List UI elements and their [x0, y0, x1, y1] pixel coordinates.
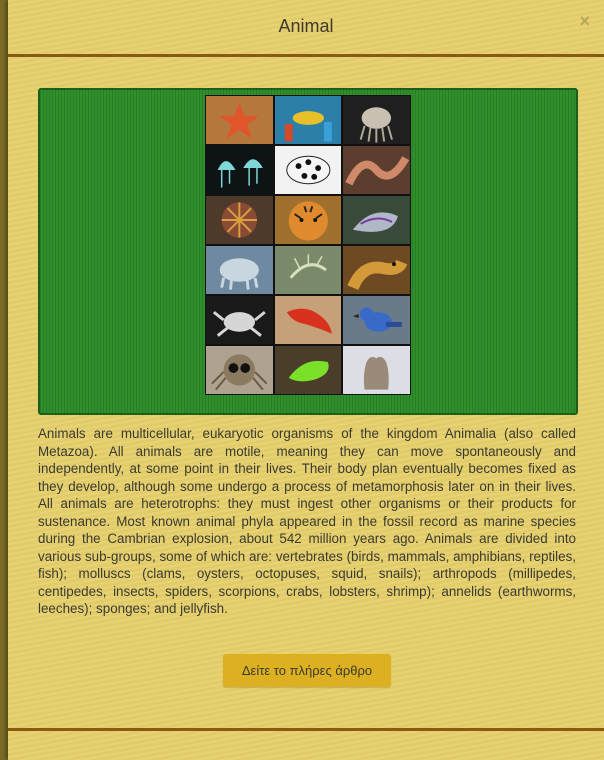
- tardigrade-photo: [206, 246, 273, 294]
- read-full-article-button[interactable]: Δείτε το πλήρες άρθρο: [223, 654, 391, 687]
- moray-eel-photo: [343, 246, 410, 294]
- green-slug-photo: [274, 346, 342, 394]
- sea-slug-photo: [343, 196, 410, 244]
- crab-photo: [206, 296, 273, 344]
- article-modal: Animal × Animals are multicellular, euka…: [8, 0, 604, 760]
- reef-fish-photo: [274, 96, 342, 144]
- article-description: Animals are multicellular, eukaryotic or…: [38, 426, 576, 616]
- sponge-photo: [343, 346, 410, 394]
- jumping-spider-photo: [206, 346, 273, 394]
- image-panel: [38, 88, 578, 415]
- shrimp-larva-photo: [274, 246, 342, 294]
- modal-title: Animal: [278, 16, 334, 36]
- modal-footer: [8, 728, 604, 760]
- worm-photo: [343, 146, 410, 194]
- tiger-photo: [274, 196, 342, 244]
- flatworm-photo: [274, 296, 342, 344]
- page-backdrop: [0, 0, 8, 760]
- tube-worm-photo: [206, 196, 273, 244]
- starfish-photo: [206, 96, 273, 144]
- modal-header: Animal ×: [8, 0, 604, 57]
- close-button[interactable]: ×: [579, 12, 590, 30]
- jellyfish-photo: [206, 146, 273, 194]
- cuttlefish-photo: [343, 96, 410, 144]
- animal-collage-image: [205, 95, 411, 395]
- spotted-beetle-photo: [274, 146, 342, 194]
- blue-jay-photo: [343, 296, 410, 344]
